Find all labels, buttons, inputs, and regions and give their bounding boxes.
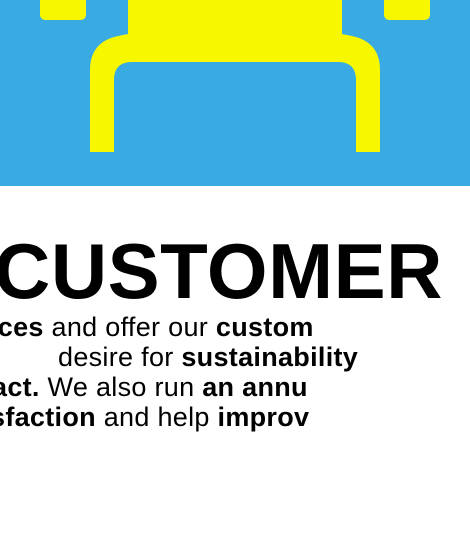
body-line: desire for sustainability: [58, 342, 382, 372]
body-text-run: desire for: [58, 342, 182, 372]
hero-banner: [0, 0, 470, 186]
body-line: sfaction and help improv: [0, 402, 314, 432]
body-bold-text: sfaction: [0, 402, 96, 432]
body-line: ices and offer our custom: [0, 312, 314, 342]
body-text-run: We also run: [39, 372, 203, 402]
body-text-run: and help: [95, 402, 218, 432]
body-bold-text: custom: [215, 312, 314, 342]
body-line: act. We also run an annu: [0, 372, 316, 402]
body-bold-text: an annu: [202, 372, 308, 402]
body-bold-text: ices: [0, 312, 44, 342]
page: CUSTOMER ices and offer our customdesire…: [0, 0, 470, 545]
right-figure-shape: [384, 0, 430, 20]
body-text-run: and offer our: [43, 312, 216, 342]
body-bold-text: improv: [217, 402, 310, 432]
left-figure-shape: [40, 0, 86, 20]
body-bold-text: act.: [0, 372, 40, 402]
body-paragraph: ices and offer our customdesire for sust…: [0, 312, 358, 432]
body-bold-text: sustainability: [181, 342, 359, 372]
section-heading: CUSTOMER: [0, 227, 443, 315]
customer-figure-icon: [0, 0, 470, 186]
